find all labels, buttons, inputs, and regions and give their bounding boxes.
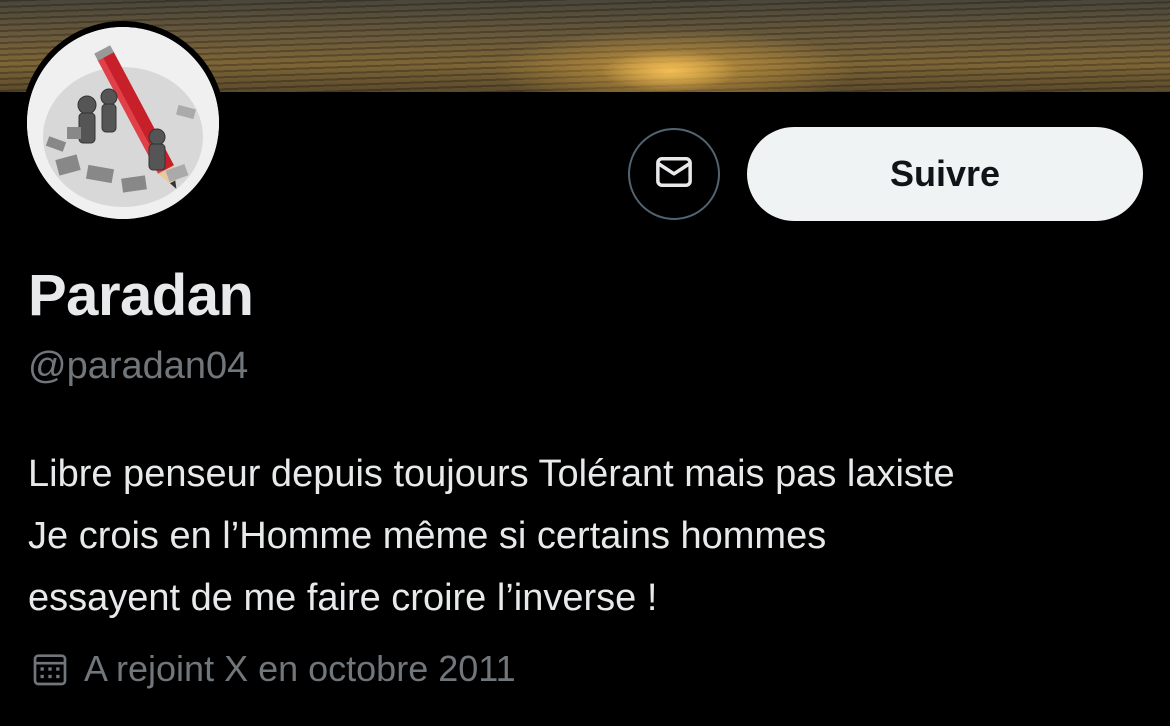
handle: @paradan04 [28, 345, 249, 387]
bio: Libre penseur depuis toujours Tolérant m… [28, 443, 1148, 629]
banner-sun-glare [600, 50, 740, 92]
avatar[interactable] [21, 21, 225, 225]
avatar-image [27, 27, 219, 219]
envelope-icon [652, 150, 696, 199]
calendar-icon [30, 649, 70, 689]
avatar-illustration [27, 27, 219, 219]
bio-line: Je crois en l’Homme même si certains hom… [28, 515, 827, 557]
bio-line: Libre penseur depuis toujours Tolérant m… [28, 453, 955, 495]
follow-button-label: Suivre [889, 153, 1001, 194]
joined-date: A rejoint X en octobre 2011 [30, 648, 516, 690]
joined-text: A rejoint X en octobre 2011 [84, 648, 516, 689]
follow-button[interactable]: Suivre [747, 127, 1143, 221]
message-button[interactable] [628, 128, 720, 220]
bio-line: essayent de me faire croire l’inverse ! [28, 577, 658, 619]
display-name: Paradan [28, 263, 254, 328]
